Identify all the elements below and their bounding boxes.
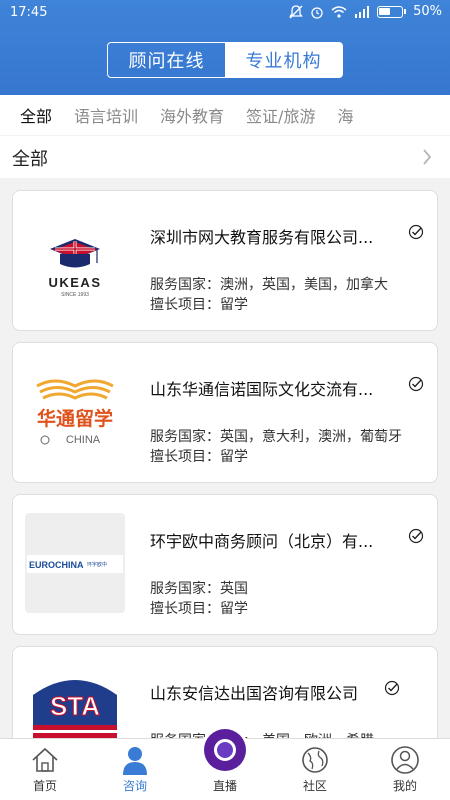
alarm-icon: [311, 6, 323, 19]
verified-icon: [408, 376, 424, 392]
agency-specialty: 擅长项目：留学: [150, 449, 248, 465]
agency-countries: 服务国家：英国，意大利，澳洲，葡萄牙: [150, 429, 402, 445]
live-icon: [204, 729, 246, 771]
battery-percent: 50%: [413, 4, 442, 19]
nav-home-label: 首页: [32, 779, 57, 793]
nav-consult-label: 咨询: [122, 779, 147, 793]
ukeas-logo-sub: SINCE 1993: [61, 292, 89, 298]
nav-community[interactable]: 社区: [270, 739, 360, 800]
agency-card[interactable]: UKEAS SINCE 1993 深圳市网大教育服务有限公司... 服务国家：澳…: [12, 190, 438, 331]
consult-icon: [123, 747, 147, 775]
nav-profile-label: 我的: [392, 779, 417, 793]
agency-name: 环宇欧中商务顾问（北京）有...: [150, 532, 374, 551]
agency-card[interactable]: STA STA 山东安信达出国咨询有限公司 服务国家：意大，美国，欧洲，希腊: [12, 646, 438, 738]
tab-consultants-online[interactable]: 顾问在线: [108, 43, 225, 77]
category-tab-all[interactable]: 全部: [20, 103, 52, 127]
wifi-icon: [331, 5, 347, 18]
agency-card[interactable]: EUROCHINA 环宇欧中 环宇欧中商务顾问（北京）有... 服务国家：英国 …: [12, 494, 438, 635]
mute-icon: [289, 4, 303, 18]
ukeas-logo-text: UKEAS: [48, 275, 101, 290]
agency-specialty: 擅长项目：留学: [150, 601, 248, 617]
home-icon: [32, 747, 58, 772]
agency-name: 深圳市网大教育服务有限公司...: [150, 228, 374, 247]
profile-icon: [391, 746, 419, 774]
chevron-right-icon: [423, 149, 432, 165]
battery-icon: [377, 5, 404, 18]
header: 17:45 50% 顾问在线 专业机构: [0, 0, 450, 95]
nav-consult[interactable]: 咨询: [90, 739, 180, 800]
battery-tip: [404, 9, 407, 14]
agency-card[interactable]: 华通留学 CHINA 山东华通信诺国际文化交流有... 服务国家：英国，意大利，…: [12, 342, 438, 483]
category-tabs: 全部 语言培训 海外教育 签证/旅游 海: [0, 95, 450, 135]
huatong-logo-sub: CHINA: [66, 434, 101, 446]
verified-icon: [384, 680, 400, 696]
bottom-nav: 首页 咨询 直播 社区 我的: [0, 729, 450, 800]
ukeas-logo: UKEAS SINCE 1993: [25, 209, 125, 309]
eurochina-logo-text: EUROCHINA: [29, 560, 84, 570]
agency-countries: 服务国家：意大，美国，欧洲，希腊: [150, 730, 374, 738]
status-bar: 17:45 50%: [0, 0, 450, 26]
nav-home[interactable]: 首页: [0, 739, 90, 800]
status-time: 17:45: [10, 5, 48, 20]
agency-countries: 服务国家：澳洲，英国，美国，加拿大: [150, 277, 388, 293]
status-icons: 50%: [289, 4, 442, 19]
agency-list: UKEAS SINCE 1993 深圳市网大教育服务有限公司... 服务国家：澳…: [0, 178, 450, 738]
tab-professional-agencies[interactable]: 专业机构: [225, 43, 342, 77]
eurochina-logo-sub: 环宇欧中: [87, 561, 107, 568]
globe-icon: [302, 747, 328, 773]
category-tab-visa-travel[interactable]: 签证/旅游: [246, 103, 315, 127]
agency-specialty: 擅长项目：留学: [150, 297, 248, 313]
category-tab-overseas-education[interactable]: 海外教育: [160, 103, 224, 127]
nav-live-label: 直播: [212, 779, 237, 793]
huatong-logo: 华通留学 CHINA: [25, 361, 125, 461]
filter-row[interactable]: 全部: [0, 136, 450, 178]
huatong-logo-text: 华通留学: [37, 407, 113, 430]
eurochina-logo: EUROCHINA 环宇欧中: [25, 513, 125, 613]
signal-icon: [355, 5, 370, 18]
filter-label: 全部: [12, 149, 48, 170]
verified-icon: [408, 528, 424, 544]
agency-countries: 服务国家：英国: [150, 581, 248, 597]
svg-text:STA: STA: [50, 691, 100, 721]
category-tab-language[interactable]: 语言培训: [74, 103, 138, 127]
nav-live[interactable]: 直播: [180, 729, 270, 800]
agency-name: 山东安信达出国咨询有限公司: [150, 684, 359, 703]
category-tab-more[interactable]: 海: [337, 103, 353, 127]
sta-logo: STA STA: [25, 665, 125, 738]
nav-profile[interactable]: 我的: [360, 739, 450, 800]
nav-community-label: 社区: [302, 779, 327, 793]
segmented-control: 顾问在线 专业机构: [107, 42, 343, 78]
verified-icon: [408, 224, 424, 240]
agency-name: 山东华通信诺国际文化交流有...: [150, 380, 374, 399]
